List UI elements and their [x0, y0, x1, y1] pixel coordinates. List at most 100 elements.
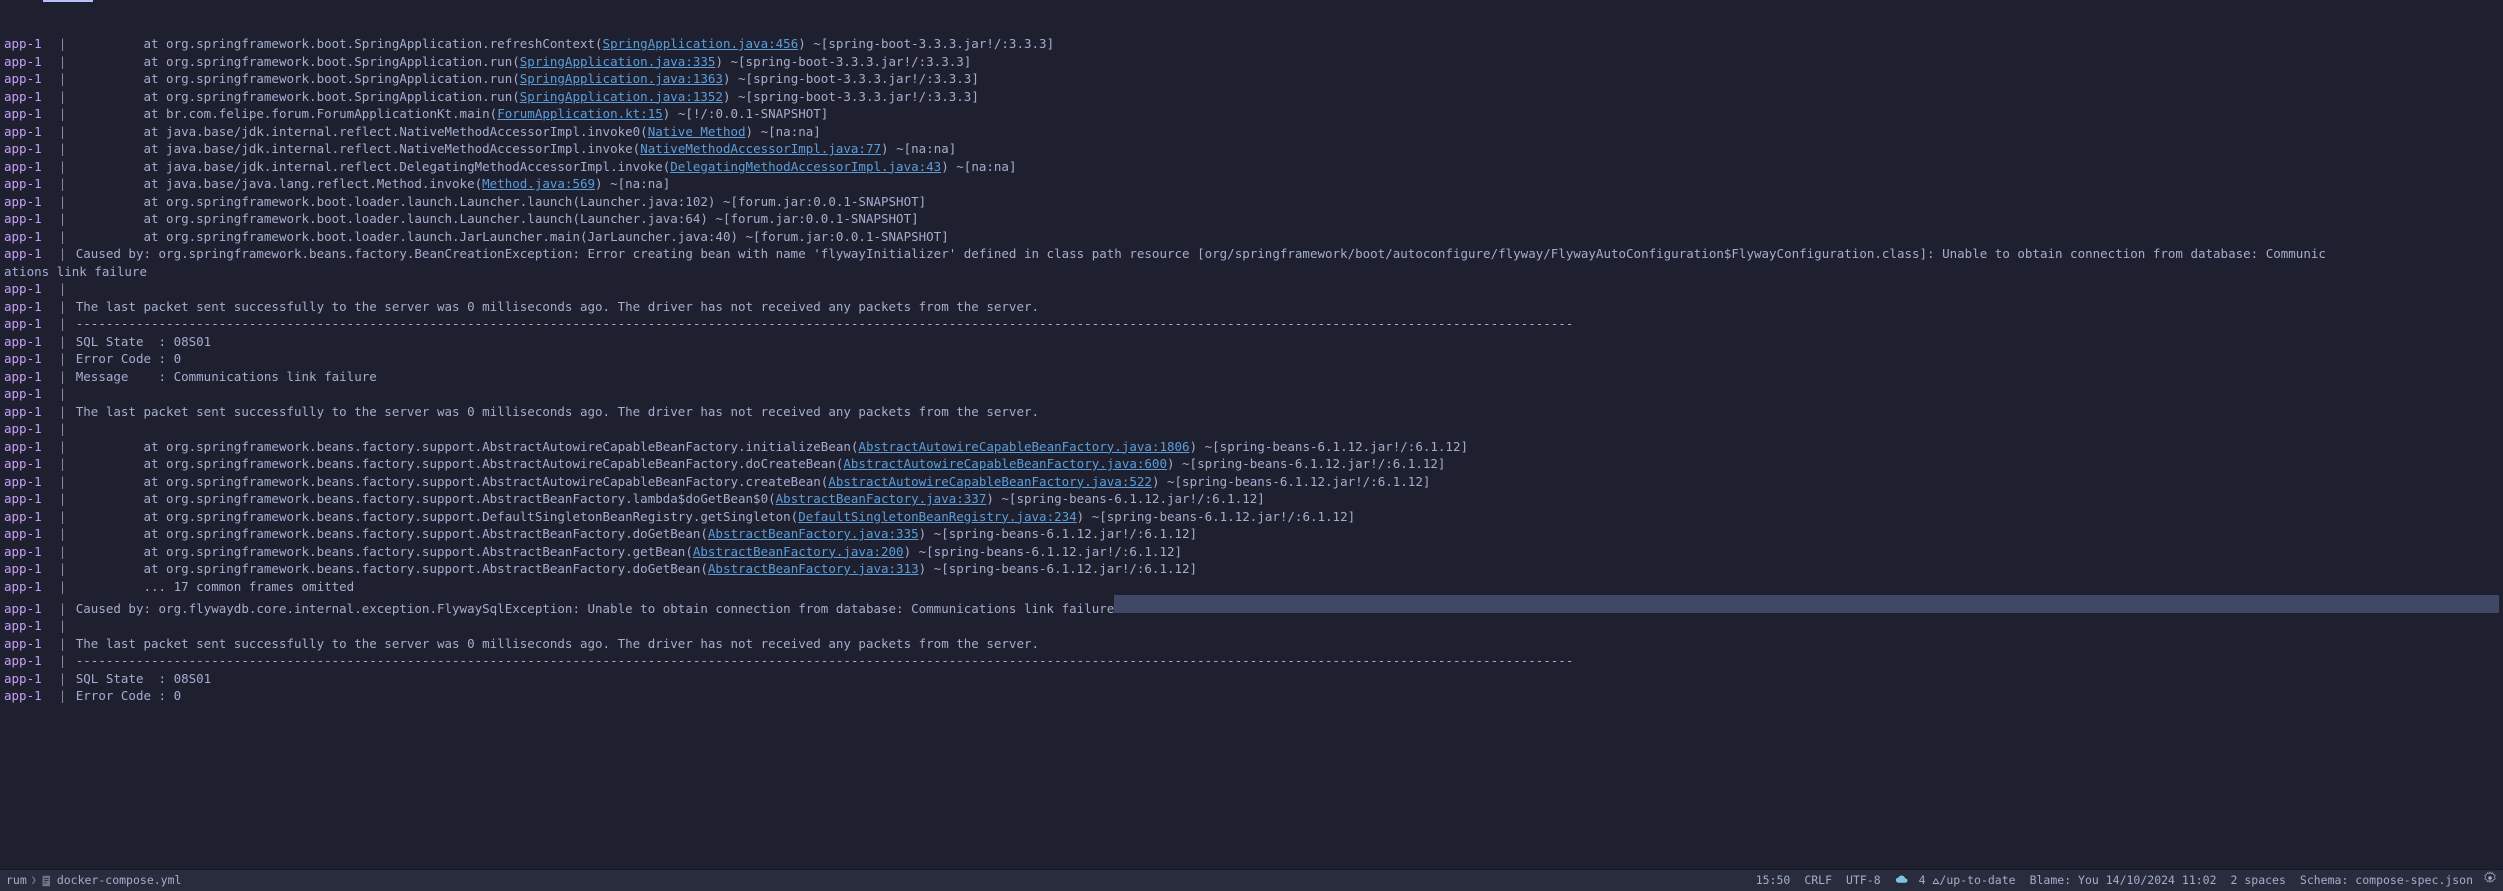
settings-icon[interactable]	[2483, 871, 2497, 889]
log-line: app-1 | ... 17 common frames omitted	[4, 578, 2499, 596]
source-link[interactable]: AbstractBeanFactory.java:337	[776, 490, 987, 508]
stack-frame-suffix: ) ~[spring-beans-6.1.12.jar!/:6.1.12]	[919, 560, 1197, 578]
log-prefix: app-1	[4, 333, 42, 351]
log-text: ----------------------------------------…	[76, 652, 1574, 670]
log-line: app-1 | --------------------------------…	[4, 652, 2499, 670]
log-line: app-1 | at org.springframework.beans.fac…	[4, 438, 2499, 456]
log-prefix: app-1	[4, 600, 42, 618]
stack-frame-suffix: ) ~[spring-beans-6.1.12.jar!/:6.1.12]	[1077, 508, 1355, 526]
terminal-log-output[interactable]: app-1 | at org.springframework.boot.Spri…	[0, 0, 2503, 869]
schema-info[interactable]: Schema: compose-spec.json	[2300, 872, 2473, 888]
source-link[interactable]: SpringApplication.java:456	[603, 35, 799, 53]
log-prefix: app-1	[4, 350, 42, 368]
log-line: app-1 | SQL State : 08S01	[4, 333, 2499, 351]
log-line: app-1 |	[4, 385, 2499, 403]
log-separator: |	[44, 315, 74, 333]
log-wrapped-text: ations link failure	[4, 263, 147, 281]
source-link[interactable]: ForumApplication.kt:15	[497, 105, 663, 123]
stack-frame-text: at org.springframework.beans.factory.sup…	[76, 490, 776, 508]
log-prefix: app-1	[4, 543, 42, 561]
stack-frame-suffix: ) ~[!/:0.0.1-SNAPSHOT]	[663, 105, 829, 123]
log-prefix: app-1	[4, 560, 42, 578]
log-separator: |	[44, 158, 74, 176]
log-separator: |	[44, 228, 74, 246]
log-line: app-1 | at org.springframework.beans.fac…	[4, 490, 2499, 508]
cursor-position[interactable]: 15:50	[1756, 872, 1791, 888]
log-line: app-1 | at org.springframework.boot.Spri…	[4, 70, 2499, 88]
log-prefix: app-1	[4, 385, 42, 403]
source-link[interactable]: AbstractBeanFactory.java:335	[708, 525, 919, 543]
stack-frame-suffix: ) ~[spring-beans-6.1.12.jar!/:6.1.12]	[1167, 455, 1445, 473]
log-line: app-1 | Error Code : 0	[4, 687, 2499, 705]
log-prefix: app-1	[4, 70, 42, 88]
log-separator: |	[44, 385, 74, 403]
stack-frame-text: ... 17 common frames omitted	[76, 578, 354, 596]
log-separator: |	[44, 53, 74, 71]
breadcrumb-file[interactable]: docker-compose.yml	[57, 872, 182, 888]
log-line: app-1 | at org.springframework.beans.fac…	[4, 560, 2499, 578]
log-separator: |	[44, 420, 74, 438]
log-separator: |	[44, 670, 74, 688]
log-prefix: app-1	[4, 140, 42, 158]
log-line: app-1 | SQL State : 08S01	[4, 670, 2499, 688]
log-text: Error Code : 0	[76, 687, 181, 705]
source-link[interactable]: DefaultSingletonBeanRegistry.java:234	[798, 508, 1076, 526]
stack-frame-suffix: ) ~[na:na]	[746, 123, 821, 141]
breadcrumb-root[interactable]: rum	[6, 872, 27, 888]
stack-frame-text: at org.springframework.boot.loader.launc…	[76, 193, 926, 211]
log-text: Message : Communications link failure	[76, 368, 377, 386]
source-link[interactable]: SpringApplication.java:1352	[520, 88, 723, 106]
log-separator: |	[44, 88, 74, 106]
log-separator: |	[44, 635, 74, 653]
source-link[interactable]: SpringApplication.java:335	[520, 53, 716, 71]
log-text: Caused by: org.springframework.beans.fac…	[76, 245, 2326, 263]
log-text: SQL State : 08S01	[76, 670, 211, 688]
sync-status[interactable]: 4 ⩟/up-to-date	[1895, 872, 2016, 888]
git-blame[interactable]: Blame: You 14/10/2024 11:02	[2030, 872, 2217, 888]
log-separator: |	[44, 600, 74, 618]
stack-frame-text: at org.springframework.boot.SpringApplic…	[76, 70, 520, 88]
log-prefix: app-1	[4, 508, 42, 526]
encoding[interactable]: UTF-8	[1846, 872, 1881, 888]
log-separator: |	[44, 175, 74, 193]
log-separator: |	[44, 652, 74, 670]
source-link[interactable]: AbstractAutowireCapableBeanFactory.java:…	[843, 455, 1167, 473]
log-separator: |	[44, 560, 74, 578]
indent-setting[interactable]: 2 spaces	[2231, 872, 2286, 888]
stack-frame-suffix: ) ~[spring-boot-3.3.3.jar!/:3.3.3]	[723, 88, 979, 106]
source-link[interactable]: DelegatingMethodAccessorImpl.java:43	[670, 158, 941, 176]
log-separator: |	[44, 333, 74, 351]
source-link[interactable]: AbstractAutowireCapableBeanFactory.java:…	[828, 473, 1152, 491]
log-separator: |	[44, 490, 74, 508]
log-text: The last packet sent successfully to the…	[76, 403, 1039, 421]
log-text: ----------------------------------------…	[76, 315, 1574, 333]
source-link[interactable]: AbstractBeanFactory.java:200	[693, 543, 904, 561]
stack-frame-text: at org.springframework.beans.factory.sup…	[76, 455, 844, 473]
log-line: ations link failure	[4, 263, 2499, 281]
log-separator: |	[44, 525, 74, 543]
stack-frame-suffix: ) ~[na:na]	[941, 158, 1016, 176]
source-link[interactable]: AbstractBeanFactory.java:313	[708, 560, 919, 578]
source-link[interactable]: Method.java:569	[482, 175, 595, 193]
log-separator: |	[44, 617, 74, 635]
breadcrumb[interactable]: rum ❯ docker-compose.yml	[6, 872, 181, 888]
log-separator: |	[44, 280, 74, 298]
log-line: app-1 | The last packet sent successfull…	[4, 403, 2499, 421]
stack-frame-text: at org.springframework.boot.loader.launc…	[76, 228, 949, 246]
source-link[interactable]: AbstractAutowireCapableBeanFactory.java:…	[858, 438, 1189, 456]
log-prefix: app-1	[4, 105, 42, 123]
log-line: app-1 | The last packet sent successfull…	[4, 635, 2499, 653]
log-line: app-1 | at org.springframework.boot.Spri…	[4, 88, 2499, 106]
stack-frame-suffix: ) ~[spring-boot-3.3.3.jar!/:3.3.3]	[798, 35, 1054, 53]
stack-frame-suffix: ) ~[spring-beans-6.1.12.jar!/:6.1.12]	[1190, 438, 1468, 456]
line-ending[interactable]: CRLF	[1804, 872, 1832, 888]
source-link[interactable]: NativeMethodAccessorImpl.java:77	[640, 140, 881, 158]
log-prefix: app-1	[4, 123, 42, 141]
source-link[interactable]: SpringApplication.java:1363	[520, 70, 723, 88]
source-link[interactable]: Native Method	[648, 123, 746, 141]
yaml-file-icon	[41, 875, 53, 887]
log-prefix: app-1	[4, 617, 42, 635]
log-prefix: app-1	[4, 455, 42, 473]
log-prefix: app-1	[4, 420, 42, 438]
stack-frame-text: at java.base/jdk.internal.reflect.Native…	[76, 123, 648, 141]
